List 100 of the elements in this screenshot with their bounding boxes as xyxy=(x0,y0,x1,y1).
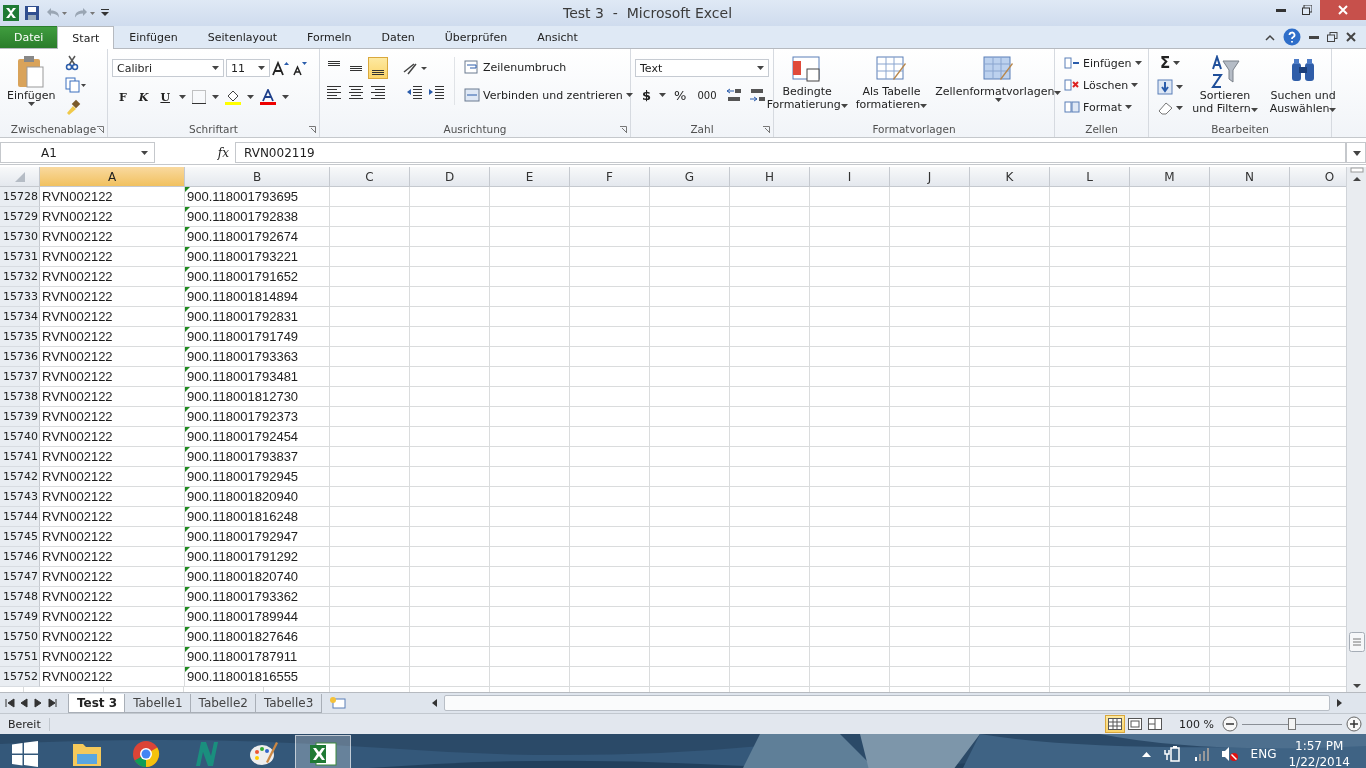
show-hidden-icons-icon[interactable] xyxy=(1141,751,1151,757)
name-box[interactable]: A1 xyxy=(0,142,155,163)
column-header[interactable]: G xyxy=(650,167,730,187)
number-format-field[interactable]: Text xyxy=(635,59,769,77)
eraser-icon[interactable] xyxy=(1157,101,1173,115)
clock-date[interactable]: 1/22/2014 xyxy=(1288,754,1350,768)
muted-speaker-icon[interactable] xyxy=(1220,746,1239,762)
zoom-out-icon[interactable] xyxy=(1222,716,1238,732)
column-header[interactable]: D xyxy=(410,167,490,187)
customize-menu-icon[interactable] xyxy=(101,8,109,18)
ribbon-tab[interactable]: Formeln xyxy=(291,26,367,48)
minimize-window-icon[interactable] xyxy=(1309,35,1319,39)
scrollbar-thumb-icon[interactable] xyxy=(1348,632,1365,652)
dialog-launcher-icon[interactable] xyxy=(97,126,104,133)
grow-font-icon[interactable] xyxy=(272,60,290,76)
sort-filter-button[interactable]: Sortieren und Filtern xyxy=(1189,53,1261,117)
italic-button[interactable]: K xyxy=(135,87,152,107)
formula-field[interactable]: RVN002119 xyxy=(235,142,1346,163)
dialog-launcher-icon[interactable] xyxy=(620,126,627,133)
column-header[interactable]: B xyxy=(185,167,330,187)
format-painter-icon[interactable] xyxy=(64,99,81,115)
horizontal-align-icon[interactable] xyxy=(326,85,342,99)
column-header[interactable]: I xyxy=(810,167,890,187)
text-orientation-icon[interactable] xyxy=(402,60,428,76)
restore-icon[interactable] xyxy=(1302,5,1312,15)
zoom-in-icon[interactable] xyxy=(1346,716,1362,732)
row-header[interactable]: 15729 xyxy=(0,207,40,227)
row-header[interactable]: 15739 xyxy=(0,407,40,427)
column-header[interactable]: H xyxy=(730,167,810,187)
horizontal-scrollbar[interactable] xyxy=(444,695,1330,711)
sheet-tab[interactable]: Tabelle3 xyxy=(254,693,323,713)
row-header[interactable]: 15748 xyxy=(0,587,40,607)
column-header[interactable]: F xyxy=(570,167,650,187)
row-header[interactable]: 15750 xyxy=(0,627,40,647)
row-header[interactable]: 15728 xyxy=(0,187,40,207)
vertical-align-button[interactable] xyxy=(368,57,388,79)
row-header[interactable]: 15744 xyxy=(0,507,40,527)
battery-plug-icon[interactable] xyxy=(1162,746,1181,762)
clock-time[interactable]: 1:57 PM xyxy=(1295,738,1344,754)
increase-indent-icon[interactable] xyxy=(428,85,444,99)
paste-button[interactable]: Einfügen xyxy=(4,53,59,108)
borders-icon[interactable] xyxy=(191,90,206,104)
ribbon-tab[interactable]: Datei xyxy=(0,26,58,48)
column-header[interactable]: K xyxy=(970,167,1050,187)
row-header[interactable]: 15741 xyxy=(0,447,40,467)
row-header[interactable]: 15752 xyxy=(0,667,40,687)
ribbon-tab[interactable]: Einfügen xyxy=(114,26,193,48)
sheet-tab[interactable]: Tabelle2 xyxy=(189,693,257,713)
row-header[interactable]: 15732 xyxy=(0,267,40,287)
row-header[interactable]: 15745 xyxy=(0,527,40,547)
view-button[interactable] xyxy=(1105,715,1126,733)
underline-button[interactable]: U xyxy=(157,87,173,107)
ribbon-tab[interactable]: Daten xyxy=(366,26,430,48)
column-header[interactable]: L xyxy=(1050,167,1130,187)
dialog-launcher-icon[interactable] xyxy=(763,126,770,133)
help-icon[interactable] xyxy=(1283,28,1301,46)
scroll-right-icon[interactable] xyxy=(1334,697,1344,709)
wrap-text-button[interactable]: Zeilenumbruch xyxy=(461,57,636,77)
row-header[interactable]: 15740 xyxy=(0,427,40,447)
copy-icon[interactable] xyxy=(64,77,87,93)
row-header[interactable]: 15746 xyxy=(0,547,40,567)
row-header[interactable]: 15730 xyxy=(0,227,40,247)
column-header[interactable]: J xyxy=(890,167,970,187)
shrink-font-icon[interactable] xyxy=(292,60,308,76)
row-header[interactable]: 15735 xyxy=(0,327,40,347)
signal-icon[interactable] xyxy=(1192,747,1209,761)
column-header[interactable]: A xyxy=(40,167,185,187)
decrease-indent-icon[interactable] xyxy=(406,85,422,99)
column-header[interactable]: N xyxy=(1210,167,1290,187)
decrease-decimal-icon[interactable] xyxy=(747,87,766,103)
collapse-ribbon-icon[interactable] xyxy=(1265,33,1275,41)
close-window-icon[interactable] xyxy=(1346,32,1356,42)
row-header[interactable]: 15738 xyxy=(0,387,40,407)
sheet-tab[interactable]: Tabelle1 xyxy=(124,693,192,713)
find-select-button[interactable]: Suchen und Auswählen xyxy=(1266,53,1340,117)
row-header[interactable]: 15733 xyxy=(0,287,40,307)
horizontal-align-icon[interactable] xyxy=(348,85,364,99)
zoom-level[interactable]: 100 % xyxy=(1179,717,1214,731)
font-color-icon[interactable] xyxy=(259,89,276,105)
merge-center-button[interactable]: Verbinden und zentrieren xyxy=(461,85,636,105)
ribbon-tab[interactable]: Start xyxy=(57,26,115,49)
ribbon-tab[interactable]: Überprüfen xyxy=(429,26,523,48)
taskbar-app[interactable] xyxy=(295,735,351,768)
font-name-field[interactable]: Calibri xyxy=(112,59,224,77)
row-header[interactable]: 15743 xyxy=(0,487,40,507)
currency-button[interactable]: $ xyxy=(639,85,655,105)
ribbon-tab[interactable]: Seitenlayout xyxy=(192,26,292,48)
thousands-button[interactable]: 000 xyxy=(694,85,720,105)
styles-button[interactable]: Als Tabelle formatieren xyxy=(852,53,931,113)
zoom-slider-thumb[interactable] xyxy=(1288,717,1296,730)
language-indicator[interactable]: ENG xyxy=(1250,747,1277,761)
insert-function-label[interactable]: fx xyxy=(155,145,235,160)
row-header[interactable]: 15742 xyxy=(0,467,40,487)
font-size-field[interactable]: 11 xyxy=(226,59,270,77)
row-header[interactable]: 15736 xyxy=(0,347,40,367)
column-header[interactable]: C xyxy=(330,167,410,187)
spreadsheet-app-icon[interactable] xyxy=(3,5,19,21)
cut-icon[interactable] xyxy=(64,55,79,71)
row-header[interactable]: 15747 xyxy=(0,567,40,587)
bold-button[interactable]: F xyxy=(116,87,130,107)
